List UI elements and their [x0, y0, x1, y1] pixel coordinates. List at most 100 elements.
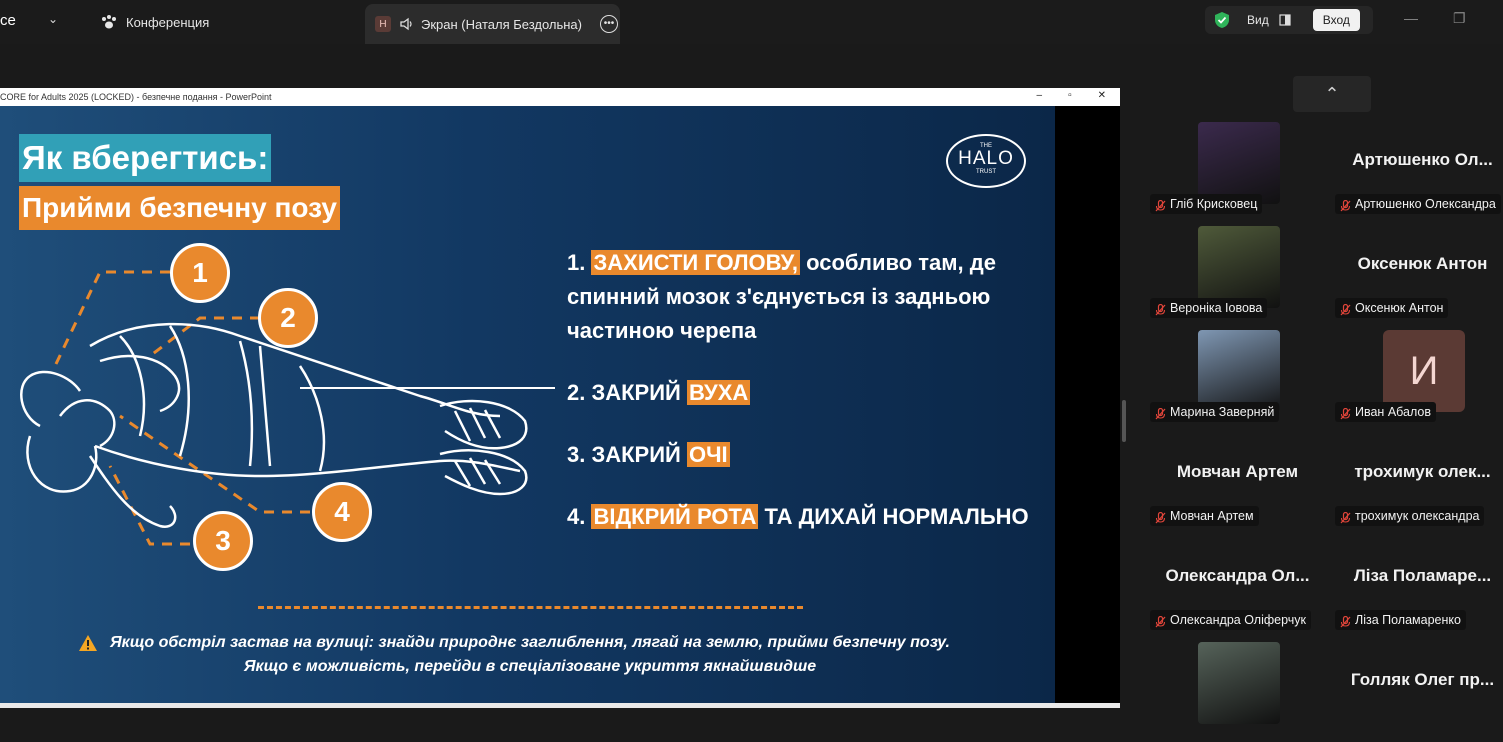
- step-item: 4. ВІДКРИЙ РОТА ТА ДИХАЙ НОРМАЛЬНО: [567, 500, 1037, 534]
- app-title-fragment: ce: [0, 12, 16, 29]
- conference-label: Конференция: [126, 14, 210, 30]
- participant-name-text: Оксенюк Антон: [1355, 301, 1444, 315]
- chevron-down-icon[interactable]: ⌄: [48, 12, 58, 26]
- participant-name-text: Артюшенко Олександра: [1355, 197, 1496, 211]
- ppt-minimize-icon[interactable]: –: [1037, 90, 1043, 101]
- participant-name-text: Вероніка Іовова: [1170, 301, 1263, 315]
- participant-avatar-initial: И: [1383, 330, 1465, 412]
- view-button[interactable]: Вид: [1247, 13, 1269, 27]
- mic-muted-icon: [1340, 510, 1351, 524]
- mic-muted-icon: [1155, 614, 1166, 628]
- participant-name-label: Иван Абалов: [1335, 402, 1437, 422]
- step-highlight: ВУХА: [686, 380, 751, 405]
- more-options-icon[interactable]: •••: [600, 15, 618, 33]
- participant-display-name: Ліза Поламаре...: [1353, 566, 1492, 585]
- step-badge-3: 3: [193, 511, 253, 571]
- participant-display-name: Оксенюк Антон: [1357, 254, 1488, 273]
- mic-muted-icon: [1155, 510, 1166, 524]
- step-badge-4: 4: [312, 482, 372, 542]
- panel-resize-handle[interactable]: [1122, 400, 1126, 442]
- mic-muted-icon: [1340, 406, 1351, 420]
- scroll-up-button[interactable]: ⌃: [1293, 76, 1371, 112]
- participant-tile[interactable]: [1150, 642, 1325, 742]
- layout-icon[interactable]: [1279, 14, 1291, 26]
- powerpoint-titlebar: CORE for Adults 2025 (LOCKED) - безпечне…: [0, 88, 1120, 106]
- participant-tile[interactable]: трохимук олек... трохимук олександра: [1335, 434, 1503, 534]
- mic-muted-icon: [1155, 406, 1166, 420]
- participant-name-label: Артюшенко Олександра: [1335, 194, 1501, 214]
- participant-name-text: Иван Абалов: [1355, 405, 1432, 419]
- shield-check-icon[interactable]: [1213, 11, 1231, 29]
- participant-display-name: Олександра Ол...: [1165, 566, 1310, 585]
- participant-video-thumbnail: [1198, 642, 1280, 724]
- participant-tile[interactable]: Оксенюк Антон Оксенюк Антон: [1335, 226, 1503, 326]
- login-button[interactable]: Вход: [1312, 9, 1360, 31]
- slide-letterbox: [1055, 106, 1120, 706]
- participant-tile[interactable]: Ліза Поламаре... Ліза Поламаренко: [1335, 538, 1503, 638]
- speaker-icon: [400, 17, 412, 31]
- mic-muted-icon: [1340, 614, 1351, 628]
- participant-name-text: Марина Заверняй: [1170, 405, 1275, 419]
- screen-share-tab[interactable]: Н Экран (Наталя Бездольна) •••: [365, 4, 620, 44]
- powerpoint-statusbar: [0, 703, 1120, 708]
- top-right-controls: Вид Вход: [1205, 6, 1373, 34]
- halo-trust-logo: THE HALO TRUST: [946, 134, 1026, 188]
- warning-text: Якщо обстріл застав на вулиці: знайди пр…: [60, 631, 1000, 679]
- mic-muted-icon: [1340, 198, 1351, 212]
- participant-tile[interactable]: И Иван Абалов: [1335, 330, 1503, 430]
- participant-name-text: Ліза Поламаренко: [1355, 613, 1461, 627]
- step-prefix: 4.: [567, 504, 592, 529]
- participant-name-label: Олександра Оліферчук: [1150, 610, 1312, 630]
- participant-name-text: Гліб Крисковец: [1170, 197, 1258, 211]
- step-text: ТА ДИХАЙ НОРМАЛЬНО: [758, 504, 1029, 529]
- step-badge-2: 2: [258, 288, 318, 348]
- top-bar: ce ⌄ Конференция Н Экран (Наталя Бездоль…: [0, 0, 1503, 44]
- participant-display-name: трохимук олек...: [1354, 462, 1491, 481]
- step-prefix: 1.: [567, 250, 592, 275]
- participant-tile[interactable]: Вероніка Іовова: [1150, 226, 1325, 326]
- participant-tile[interactable]: Олександра Ол... Олександра Оліферчук: [1150, 538, 1325, 638]
- powerpoint-window-title: CORE for Adults 2025 (LOCKED) - безпечне…: [0, 92, 272, 102]
- step-highlight: ОЧІ: [686, 442, 730, 467]
- participant-name-label: Марина Заверняй: [1150, 402, 1280, 422]
- step-highlight: ЗАХИСТИ ГОЛОВУ,: [591, 250, 800, 275]
- participant-name-label: Вероніка Іовова: [1150, 298, 1268, 318]
- participant-display-name: Артюшенко Ол...: [1352, 150, 1493, 169]
- participant-name-text: трохимук олександра: [1355, 509, 1480, 523]
- ppt-close-icon[interactable]: ✕: [1098, 90, 1106, 101]
- participant-video-thumbnail: [1198, 330, 1280, 412]
- warning-line-2: Якщо є можливість, перейди в спеціалізов…: [243, 658, 817, 675]
- participant-tile[interactable]: Гліб Крисковец: [1150, 122, 1325, 222]
- step-item: 3. ЗАКРИЙ ОЧІ: [567, 438, 1037, 472]
- participant-tile[interactable]: Голляк Олег пр...: [1335, 642, 1503, 742]
- mic-muted-icon: [1155, 198, 1166, 212]
- slide-subtitle: Прийми безпечну позу: [19, 186, 340, 230]
- participant-name-label: Ліза Поламаренко: [1335, 610, 1466, 630]
- screen-share-tab-label: Экран (Наталя Бездольна): [421, 16, 582, 32]
- step-highlight: ВІДКРИЙ РОТА: [591, 504, 759, 529]
- ppt-restore-icon[interactable]: ▫: [1068, 90, 1072, 101]
- conference-button[interactable]: Конференция: [100, 10, 209, 34]
- restore-icon[interactable]: ❐: [1453, 10, 1466, 27]
- participant-tile[interactable]: Марина Заверняй: [1150, 330, 1325, 430]
- shared-slide: Як вберегтись: Прийми безпечну позу THE …: [0, 106, 1055, 706]
- participant-display-name: Мовчан Артем: [1176, 462, 1299, 481]
- mic-muted-icon: [1340, 302, 1351, 316]
- participant-name-label: трохимук олександра: [1335, 506, 1485, 526]
- mic-muted-icon: [1155, 302, 1166, 316]
- participant-video-thumbnail: [1198, 226, 1280, 308]
- step-prefix: 2. ЗАКРИЙ: [567, 380, 687, 405]
- minimize-icon[interactable]: —: [1404, 10, 1418, 26]
- content-spacer: [0, 44, 1120, 88]
- participant-name-label: Гліб Крисковец: [1150, 194, 1263, 214]
- slide-title: Як вберегтись:: [19, 134, 272, 182]
- participant-name-label: Мовчан Артем: [1150, 506, 1259, 526]
- warning-line-1: Якщо обстріл застав на вулиці: знайди пр…: [110, 634, 950, 651]
- step-prefix: 3. ЗАКРИЙ: [567, 442, 687, 467]
- participant-name-text: Мовчан Артем: [1170, 509, 1254, 523]
- divider-dashed: [258, 606, 803, 609]
- participant-tile[interactable]: Мовчан Артем Мовчан Артем: [1150, 434, 1325, 534]
- participant-tile[interactable]: Артюшенко Ол... Артюшенко Олександра: [1335, 122, 1503, 222]
- presenter-badge: Н: [375, 16, 391, 32]
- participant-name-label: Оксенюк Антон: [1335, 298, 1449, 318]
